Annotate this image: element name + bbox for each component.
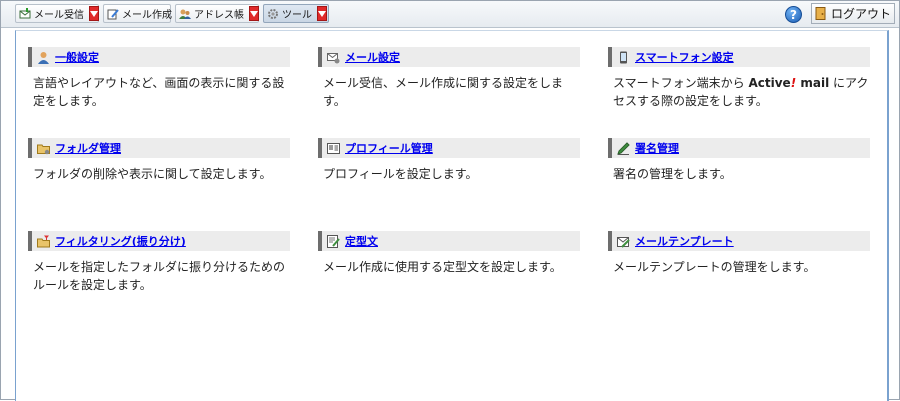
mail-receive-icon bbox=[19, 7, 31, 20]
template-text-icon bbox=[327, 234, 340, 248]
filtering-link[interactable]: フィルタリング(振り分け) bbox=[55, 233, 186, 249]
top-toolbar: メール受信 メール作成 アドレス帳 ツール ? ログアウト bbox=[1, 1, 899, 28]
smartphone-settings-link[interactable]: スマートフォン設定 bbox=[635, 49, 734, 65]
active-mail-brand: Active! mail bbox=[748, 76, 829, 90]
smartphone-desc-before: スマートフォン端末から bbox=[613, 76, 749, 90]
settings-item-template-text: 定型文 メール作成に使用する定型文を設定します。 bbox=[318, 231, 580, 276]
tools-button[interactable]: ツール bbox=[263, 4, 329, 23]
general-settings-link[interactable]: 一般設定 bbox=[55, 49, 99, 65]
mail-template-description: メールテンプレートの管理をします。 bbox=[613, 260, 816, 274]
settings-item-signature: 署名管理 署名の管理をします。 bbox=[608, 138, 870, 183]
settings-item-header: 署名管理 bbox=[608, 138, 870, 158]
profile-card-icon bbox=[327, 142, 340, 155]
settings-item-mail: メール設定 メール受信、メール作成に関する設定をします。 bbox=[318, 47, 580, 110]
template-text-description: メール作成に使用する定型文を設定します。 bbox=[323, 260, 562, 274]
pen-icon bbox=[617, 141, 630, 155]
mail-receive-dropdown-icon[interactable] bbox=[89, 6, 99, 21]
settings-item-mail-template: メールテンプレート メールテンプレートの管理をします。 bbox=[608, 231, 870, 276]
tools-settings-panel: 一般設定 言語やレイアウトなど、画面の表示に関する設定をします。 メール設定 メ… bbox=[15, 30, 889, 401]
general-settings-description: 言語やレイアウトなど、画面の表示に関する設定をします。 bbox=[33, 76, 285, 108]
mail-settings-icon bbox=[327, 51, 340, 64]
settings-item-header: フィルタリング(振り分け) bbox=[28, 231, 290, 251]
folder-management-link[interactable]: フォルダ管理 bbox=[55, 140, 121, 156]
logout-label: ログアウト bbox=[830, 7, 891, 21]
settings-item-header: メールテンプレート bbox=[608, 231, 870, 251]
brand-active-text: Active bbox=[748, 76, 791, 90]
user-settings-icon bbox=[37, 51, 50, 64]
mail-compose-button[interactable]: メール作成 bbox=[103, 4, 172, 23]
brand-mail-text: mail bbox=[796, 76, 830, 90]
help-icon[interactable]: ? bbox=[785, 6, 802, 23]
template-text-link[interactable]: 定型文 bbox=[345, 233, 378, 249]
settings-item-profile: プロフィール管理 プロフィールを設定します。 bbox=[318, 138, 580, 183]
address-book-icon bbox=[179, 8, 191, 20]
settings-item-header: プロフィール管理 bbox=[318, 138, 580, 158]
folder-management-description: フォルダの削除や表示に関して設定します。 bbox=[33, 167, 272, 181]
mail-compose-icon bbox=[107, 8, 119, 20]
tools-label: ツール bbox=[282, 10, 312, 21]
smartphone-icon bbox=[617, 51, 630, 64]
logout-door-icon bbox=[815, 7, 827, 20]
mail-receive-label: メール受信 bbox=[34, 10, 84, 21]
mail-settings-description: メール受信、メール作成に関する設定をします。 bbox=[323, 76, 564, 108]
smartphone-settings-description: スマートフォン端末から Active! mail にアクセスする際の設定をします… bbox=[608, 74, 870, 110]
gear-icon bbox=[267, 8, 279, 20]
signature-management-link[interactable]: 署名管理 bbox=[635, 140, 679, 156]
filtering-description: メールを指定したフォルダに振り分けるためのルールを設定します。 bbox=[33, 260, 286, 292]
settings-item-smartphone: スマートフォン設定 スマートフォン端末から Active! mail にアクセス… bbox=[608, 47, 870, 110]
settings-item-header: メール設定 bbox=[318, 47, 580, 67]
mail-receive-button[interactable]: メール受信 bbox=[15, 4, 99, 23]
mail-template-link[interactable]: メールテンプレート bbox=[635, 233, 734, 249]
settings-item-header: フォルダ管理 bbox=[28, 138, 290, 158]
app-window: メール受信 メール作成 アドレス帳 ツール ? ログアウト 一般設定 言語やレイ… bbox=[0, 0, 900, 401]
logout-button[interactable]: ログアウト bbox=[811, 3, 895, 24]
mail-compose-label: メール作成 bbox=[122, 10, 172, 21]
settings-item-general: 一般設定 言語やレイアウトなど、画面の表示に関する設定をします。 bbox=[28, 47, 290, 110]
tools-dropdown-icon[interactable] bbox=[317, 6, 327, 21]
folder-icon bbox=[37, 142, 50, 155]
signature-management-description: 署名の管理をします。 bbox=[613, 167, 732, 181]
settings-item-header: スマートフォン設定 bbox=[608, 47, 870, 67]
settings-item-filtering: フィルタリング(振り分け) メールを指定したフォルダに振り分けるためのルールを設… bbox=[28, 231, 290, 294]
mail-settings-link[interactable]: メール設定 bbox=[345, 49, 400, 65]
profile-management-link[interactable]: プロフィール管理 bbox=[345, 140, 433, 156]
settings-item-header: 一般設定 bbox=[28, 47, 290, 67]
profile-management-description: プロフィールを設定します。 bbox=[323, 167, 478, 181]
address-book-label: アドレス帳 bbox=[194, 10, 244, 21]
mail-template-icon bbox=[617, 235, 630, 248]
settings-item-folder: フォルダ管理 フォルダの削除や表示に関して設定します。 bbox=[28, 138, 290, 183]
address-book-button[interactable]: アドレス帳 bbox=[175, 4, 259, 23]
address-book-dropdown-icon[interactable] bbox=[249, 6, 259, 21]
filter-icon bbox=[37, 235, 50, 248]
settings-item-header: 定型文 bbox=[318, 231, 580, 251]
